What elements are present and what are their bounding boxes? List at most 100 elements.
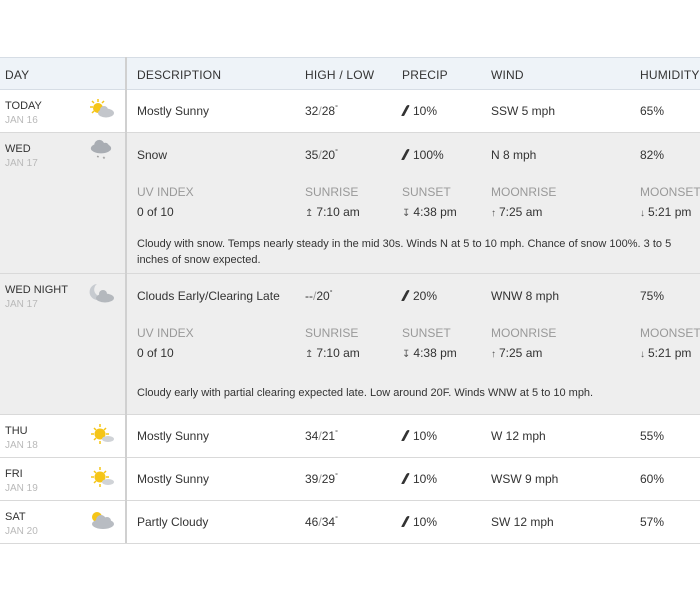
- row-humidity: 65%: [640, 104, 665, 118]
- moon-cloud-icon: [89, 284, 114, 303]
- row-high-low: 46/34°: [305, 515, 338, 529]
- row-wind: W 12 mph: [491, 429, 546, 443]
- row-date: JAN 17: [5, 158, 38, 169]
- row-wind: SW 12 mph: [491, 515, 554, 529]
- raindrop-icon: [401, 290, 410, 301]
- table-header: DAY DESCRIPTION HIGH / LOW PRECIP WIND H…: [0, 57, 700, 90]
- moonset-value: ↓ 5:21 pm: [640, 346, 692, 360]
- raindrop-icon: [401, 516, 410, 527]
- row-high-low: 32/28°: [305, 104, 338, 118]
- sun-icon: [91, 424, 114, 444]
- row-date: JAN 17: [5, 299, 38, 310]
- sunrise-value: ↥ 7:10 am: [305, 346, 360, 360]
- moonrise-value: ↑ 7:25 am: [491, 346, 543, 360]
- partly-cloudy-icon: [92, 512, 114, 529]
- moonset-label: MOONSET: [640, 185, 700, 199]
- row-humidity: 55%: [640, 429, 665, 443]
- column-divider: [125, 57, 127, 543]
- uv-label: UV INDEX: [137, 326, 194, 340]
- sun-cloud-icon: [90, 99, 114, 118]
- moonrise-label: MOONRISE: [491, 185, 557, 199]
- svg-text:*: *: [103, 156, 106, 161]
- uv-label: UV INDEX: [137, 185, 194, 199]
- sunrise-label: SUNRISE: [305, 185, 359, 199]
- sun-icon: [91, 467, 114, 487]
- row-precip: 100%: [401, 148, 444, 162]
- row-high-low: 34/21°: [305, 429, 338, 443]
- row-description: Mostly Sunny: [137, 104, 210, 118]
- moonset-icon: ↓: [640, 208, 645, 219]
- row-wind: N 8 mph: [491, 148, 537, 162]
- raindrop-icon: [401, 105, 410, 116]
- header-wind[interactable]: WIND: [491, 68, 524, 82]
- sunset-value: ↧ 4:38 pm: [402, 205, 457, 219]
- uv-value: 0 of 10: [137, 205, 174, 219]
- forecast-table: DAY DESCRIPTION HIGH / LOW PRECIP WIND H…: [0, 57, 700, 544]
- header-humidity[interactable]: HUMIDITY: [640, 68, 700, 82]
- table-row-expanded[interactable]: WED NIGHT JAN 17 Clouds Early/Clearing L…: [0, 274, 700, 415]
- row-precip: 10%: [401, 104, 437, 118]
- row-day: FRI: [5, 468, 23, 480]
- moonrise-icon: ↑: [491, 349, 496, 360]
- row-description: Snow: [137, 148, 168, 162]
- sunset-value: ↧ 4:38 pm: [402, 346, 457, 360]
- row-day: TODAY: [5, 100, 42, 112]
- moonset-icon: ↓: [640, 349, 645, 360]
- raindrop-icon: [401, 473, 410, 484]
- sunrise-label: SUNRISE: [305, 326, 359, 340]
- row-humidity: 60%: [640, 472, 665, 486]
- moonrise-value: ↑ 7:25 am: [491, 205, 543, 219]
- row-precip: 10%: [401, 515, 437, 529]
- header-description[interactable]: DESCRIPTION: [137, 68, 221, 82]
- snow-cloud-icon: * *: [90, 139, 112, 161]
- row-high-low: --/20°: [305, 289, 333, 303]
- row-description: Partly Cloudy: [137, 515, 209, 529]
- row-humidity: 82%: [640, 148, 665, 162]
- moonrise-label: MOONRISE: [491, 326, 557, 340]
- row-date: JAN 19: [5, 483, 38, 494]
- row-description: Clouds Early/Clearing Late: [137, 289, 280, 303]
- row-day: THU: [5, 425, 28, 437]
- row-day: WED: [5, 143, 31, 155]
- row-description: Mostly Sunny: [137, 429, 210, 443]
- row-day: SAT: [5, 511, 26, 523]
- sunset-label: SUNSET: [402, 185, 451, 199]
- raindrop-icon: [401, 149, 410, 160]
- uv-value: 0 of 10: [137, 346, 174, 360]
- svg-text:*: *: [97, 155, 100, 161]
- moonset-value: ↓ 5:21 pm: [640, 205, 692, 219]
- row-high-low: 35/20°: [305, 148, 338, 162]
- row-humidity: 75%: [640, 289, 665, 303]
- header-precip[interactable]: PRECIP: [402, 68, 448, 82]
- row-date: JAN 18: [5, 440, 38, 451]
- row-wind: WNW 8 mph: [491, 289, 560, 303]
- row-day: WED NIGHT: [5, 284, 68, 296]
- sunrise-value: ↥ 7:10 am: [305, 205, 360, 219]
- row-wind: SSW 5 mph: [491, 104, 556, 118]
- table-row[interactable]: THU JAN 18 Mostly Sunny 34/21° 10% W 12 …: [0, 415, 700, 458]
- moonset-label: MOONSET: [640, 326, 700, 340]
- table-row[interactable]: FRI JAN 19 Mostly Sunny 39/29° 10% WSW 9…: [0, 458, 700, 501]
- header-high-low[interactable]: HIGH / LOW: [305, 68, 374, 82]
- moonrise-icon: ↑: [491, 208, 496, 219]
- row-date: JAN 16: [5, 115, 38, 126]
- table-row[interactable]: SAT JAN 20 Partly Cloudy 46/34° 10% SW 1…: [0, 501, 700, 544]
- forecast-details: Cloudy early with partial clearing expec…: [137, 387, 594, 399]
- row-description: Mostly Sunny: [137, 472, 210, 486]
- row-precip: 20%: [401, 289, 437, 303]
- row-precip: 10%: [401, 472, 437, 486]
- row-wind: WSW 9 mph: [491, 472, 559, 486]
- row-humidity: 57%: [640, 515, 665, 529]
- sunset-icon: ↧: [402, 349, 411, 360]
- table-row[interactable]: TODAY JAN 16 Mostly Sunny 32/28° 10% SSW…: [0, 90, 700, 133]
- row-date: JAN 20: [5, 526, 38, 537]
- forecast-details: Cloudy with snow. Temps nearly steady in…: [137, 238, 672, 266]
- sunset-icon: ↧: [402, 208, 411, 219]
- row-high-low: 39/29°: [305, 472, 338, 486]
- sunset-label: SUNSET: [402, 326, 451, 340]
- raindrop-icon: [401, 430, 410, 441]
- table-row-expanded[interactable]: WED JAN 17 * * Snow 35/20° 100% N 8 mph 8…: [0, 133, 700, 274]
- sunrise-icon: ↥: [305, 208, 314, 219]
- sunrise-icon: ↥: [305, 349, 314, 360]
- header-day[interactable]: DAY: [5, 68, 29, 82]
